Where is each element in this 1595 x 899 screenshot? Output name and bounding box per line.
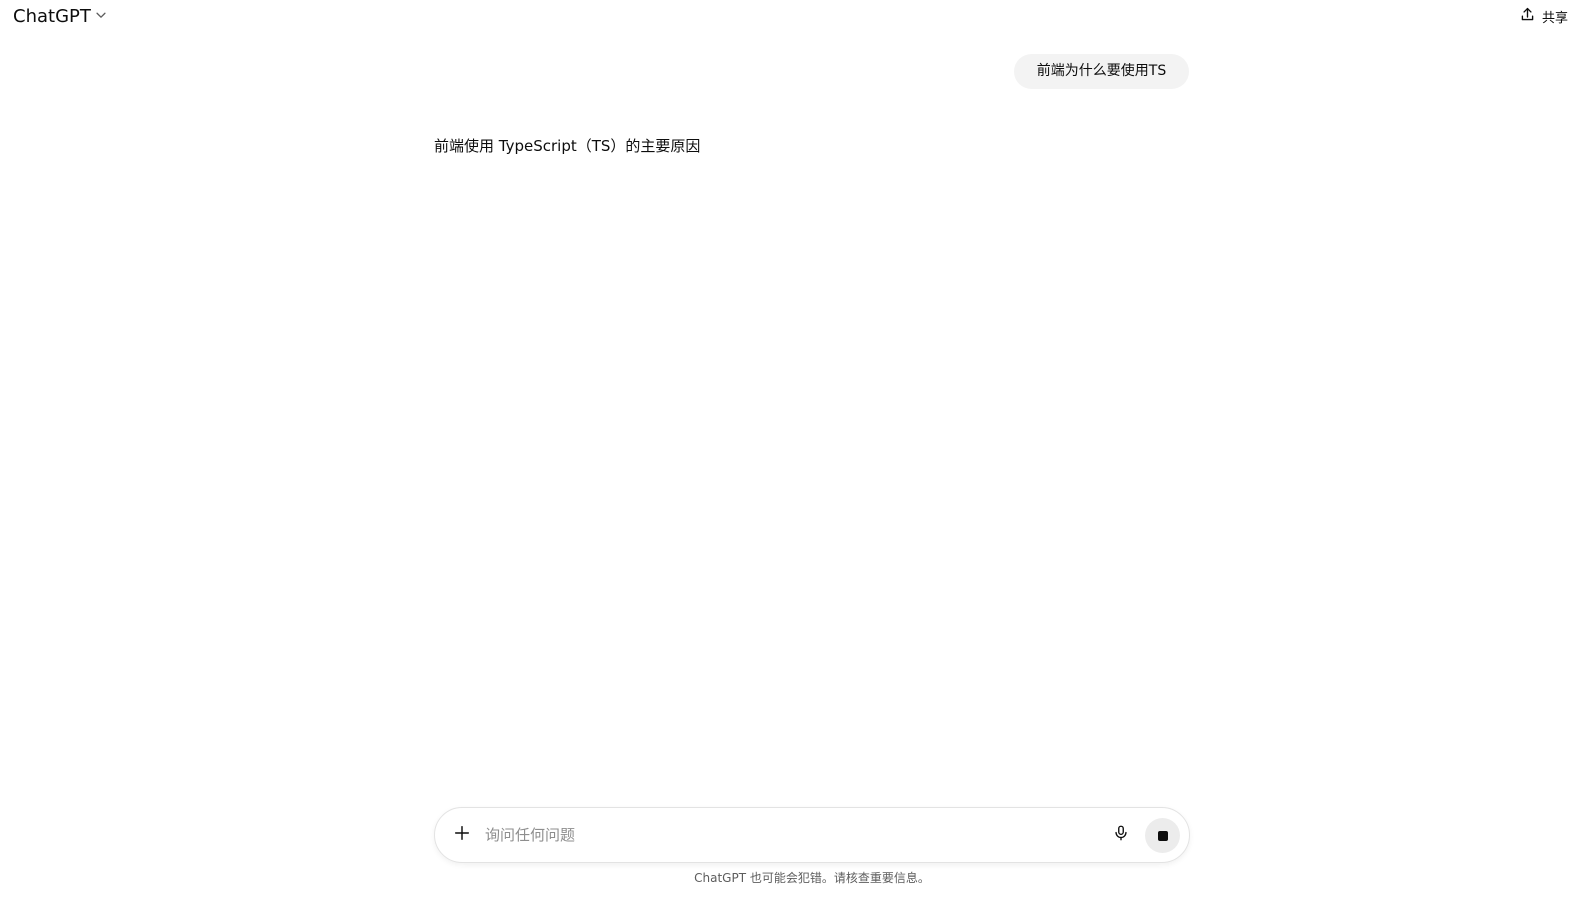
share-icon [1519, 6, 1536, 27]
microphone-icon [1112, 824, 1130, 846]
app-title: ChatGPT [13, 5, 91, 27]
voice-input-button[interactable] [1109, 823, 1133, 847]
share-button[interactable]: 共享 [1519, 4, 1595, 28]
stop-icon [1157, 830, 1168, 841]
chat-input[interactable] [485, 822, 1085, 848]
assistant-message: 前端使用 TypeScript（TS）的主要原因 [434, 137, 701, 155]
share-label: 共享 [1542, 10, 1569, 26]
disclaimer: ChatGPT 也可能会犯错。请核查重要信息。 [694, 871, 930, 885]
attach-button[interactable] [450, 823, 474, 847]
chevron-down-icon [94, 5, 108, 27]
chat-page: ChatGPT 共享 前端为什么要使用TS 前端使用 TypeScript（TS… [0, 0, 1595, 899]
user-message: 前端为什么要使用TS [1014, 54, 1189, 89]
stop-button[interactable] [1145, 818, 1180, 853]
plus-icon [453, 824, 471, 846]
model-selector[interactable]: ChatGPT [13, 4, 108, 28]
composer [434, 807, 1190, 863]
